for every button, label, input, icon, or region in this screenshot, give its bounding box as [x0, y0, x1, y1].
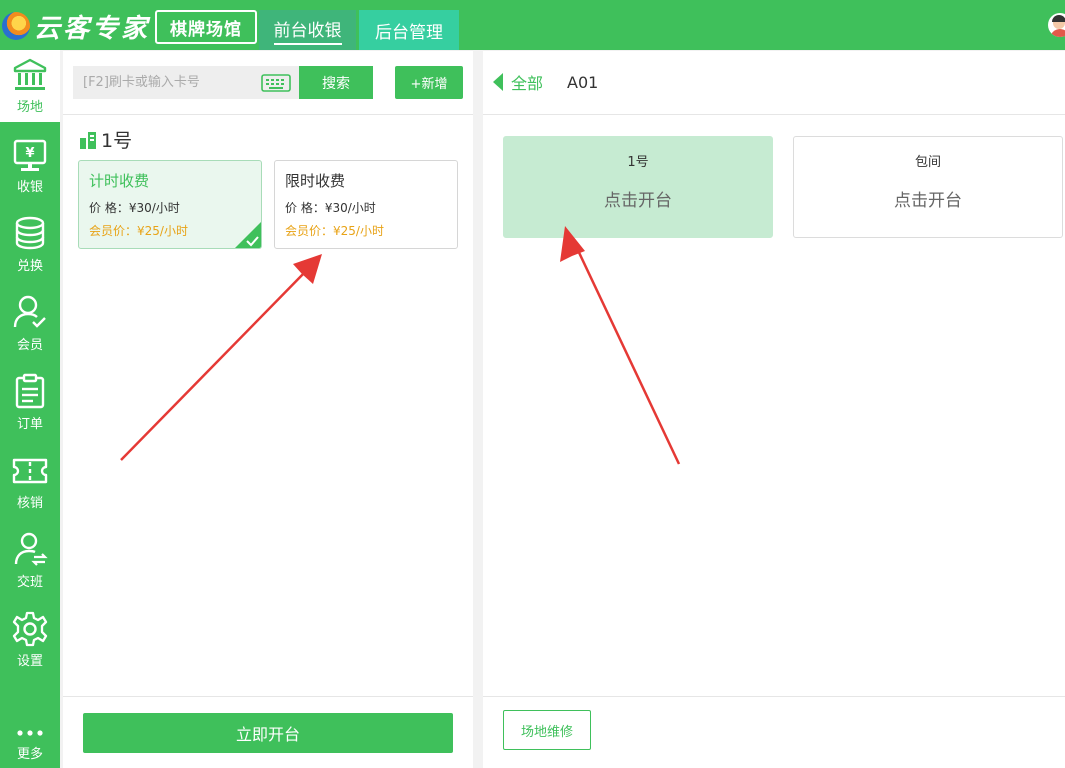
table-status: 点击开台	[604, 191, 672, 211]
selected-check-icon	[235, 222, 261, 248]
sidebar-item-label: 订单	[16, 417, 43, 432]
ticket-icon	[12, 458, 48, 484]
table-card-1[interactable]: 1号 点击开台	[503, 136, 773, 238]
coins-icon	[15, 216, 45, 250]
sidebar-item-label: 会员	[16, 338, 43, 353]
table-group-title: 1号	[78, 126, 132, 153]
sidebar-item-member[interactable]: 会员	[0, 288, 60, 360]
sidebar-item-label: 更多	[16, 747, 43, 762]
card-number-input[interactable]	[73, 66, 258, 99]
fee-plan-card-hourly[interactable]: 计时收费 价 格：¥30/小时 会员价：¥25/小时	[78, 160, 262, 249]
sidebar-item-orders[interactable]: 订单	[0, 367, 60, 439]
building-icon	[80, 131, 96, 149]
gear-icon	[12, 611, 48, 647]
search-button[interactable]: 搜索	[299, 66, 373, 99]
tab-front-desk[interactable]: 前台收银	[259, 10, 356, 50]
divider	[483, 114, 1065, 115]
top-bar: 云客专家 棋牌场馆 前台收银 后台管理	[0, 0, 1065, 50]
table-status: 点击开台	[894, 191, 962, 211]
sidebar-item-label: 设置	[16, 654, 43, 669]
fee-plan-name: 限时收费	[285, 172, 346, 190]
keyboard-icon[interactable]	[261, 74, 291, 92]
table-name: 1号	[627, 155, 649, 170]
fee-plan-member-price: 会员价：¥25/小时	[285, 224, 384, 238]
tab-back-office[interactable]: 后台管理	[359, 10, 459, 50]
sidebar-item-venue[interactable]: 场地	[0, 50, 60, 122]
sidebar-item-label: 场地	[16, 100, 43, 115]
sidebar-item-exchange[interactable]: 兑换	[0, 209, 60, 281]
add-button[interactable]: +新增	[395, 66, 463, 99]
sidebar-item-label: 收银	[16, 180, 43, 195]
sidebar-item-label: 核销	[16, 496, 43, 511]
sidebar-item-label: 兑换	[16, 259, 43, 274]
table-list-panel: 全部 A01 1号 点击开台 包间 点击开台 场地维修	[483, 51, 1065, 768]
fee-plan-price: 价 格：¥30/小时	[89, 201, 180, 215]
app-logo: 云客专家	[2, 8, 150, 44]
venue-repair-button[interactable]: 场地维修	[503, 710, 591, 750]
sidebar-item-more[interactable]: 更多	[0, 715, 60, 768]
more-icon	[17, 730, 43, 736]
tab-back-office-label: 后台管理	[375, 22, 443, 43]
venue-type-badge: 棋牌场馆	[155, 10, 257, 44]
fee-plan-card-limited[interactable]: 限时收费 价 格：¥30/小时 会员价：¥25/小时	[274, 160, 458, 249]
member-icon	[13, 295, 46, 328]
sidebar: 场地 ¥ 收银 兑换 会员 订单 核销 交班 设置 更多	[0, 50, 60, 768]
divider	[63, 696, 473, 697]
logo-text: 云客专家	[34, 13, 151, 44]
sidebar-item-label: 交班	[16, 575, 43, 590]
sidebar-item-handover[interactable]: 交班	[0, 525, 60, 597]
tab-front-desk-label: 前台收银	[273, 16, 342, 45]
table-group-name: 1号	[101, 130, 133, 152]
sidebar-item-cashier[interactable]: ¥ 收银	[0, 130, 60, 202]
breadcrumb-current: A01	[567, 72, 599, 92]
breadcrumb: 全部 A01	[493, 71, 598, 93]
divider	[483, 696, 1065, 697]
svg-text:¥: ¥	[25, 146, 34, 161]
order-icon	[15, 373, 45, 409]
fee-plan-price: 价 格：¥30/小时	[285, 201, 376, 215]
breadcrumb-all[interactable]: 全部	[511, 70, 543, 94]
logo-icon	[2, 12, 30, 40]
table-name: 包间	[914, 155, 941, 170]
cashier-icon: ¥	[13, 139, 47, 171]
open-table-button[interactable]: 立即开台	[83, 713, 453, 753]
sidebar-item-verify[interactable]: 核销	[0, 446, 60, 518]
table-card-private-room[interactable]: 包间 点击开台	[793, 136, 1063, 238]
fee-plan-panel: 搜索 +新增 1号 计时收费 价 格：¥30/小时 会员价：¥25/小时 限时收…	[63, 51, 473, 768]
fee-plan-name: 计时收费	[89, 172, 150, 190]
back-triangle-icon[interactable]	[493, 73, 503, 91]
divider	[63, 114, 473, 115]
handover-icon	[14, 532, 48, 566]
sidebar-item-settings[interactable]: 设置	[0, 604, 60, 676]
user-avatar[interactable]	[1048, 13, 1065, 37]
card-search-box	[73, 66, 299, 99]
venue-icon	[13, 58, 47, 90]
